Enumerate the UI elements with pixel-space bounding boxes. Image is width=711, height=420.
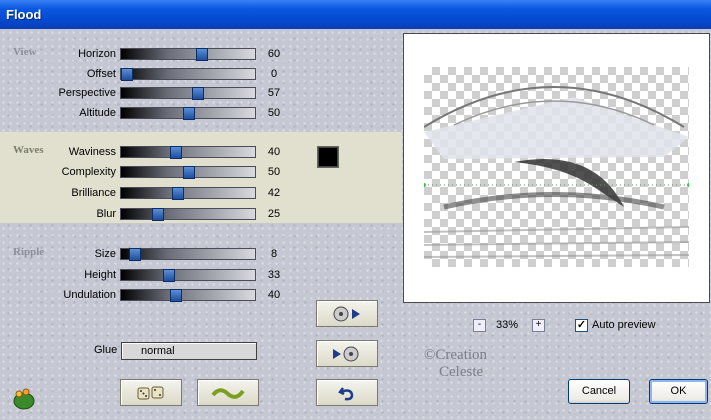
slider-thumb[interactable]	[152, 208, 165, 221]
preview-back-button[interactable]	[316, 340, 378, 367]
offset-slider[interactable]	[120, 68, 256, 81]
slider-thumb[interactable]	[129, 248, 142, 261]
slider-thumb[interactable]	[183, 107, 195, 120]
slider-thumb[interactable]	[192, 87, 205, 100]
preview-canvas	[424, 67, 689, 267]
slider-row-blur: Blur 25	[0, 207, 300, 221]
slider-value[interactable]: 25	[262, 208, 286, 220]
slider-value[interactable]: 8	[262, 248, 286, 260]
slider-thumb[interactable]	[121, 68, 134, 81]
dice-icon	[137, 386, 164, 399]
glue-select[interactable]: normal	[121, 342, 257, 360]
slider-thumb[interactable]	[172, 187, 185, 200]
preview-image	[424, 86, 689, 258]
preview-pane[interactable]	[403, 33, 710, 303]
watermark-line1: ©Creation	[424, 347, 488, 363]
auto-preview-label: Auto preview	[592, 319, 656, 331]
slider-label: Perspective	[58, 87, 116, 99]
waviness-slider[interactable]	[120, 146, 256, 159]
perspective-slider[interactable]	[120, 87, 256, 100]
slider-label: Blur	[96, 208, 116, 220]
slider-label: Altitude	[79, 107, 116, 119]
slider-value[interactable]: 60	[262, 48, 286, 60]
dialog-body: View Waves Ripple Horizon 60 Offset 0 Pe…	[0, 29, 711, 420]
slider-thumb[interactable]	[169, 146, 182, 159]
wave-preset-button[interactable]	[197, 379, 259, 406]
horizon-slider[interactable]	[120, 48, 256, 61]
slider-label: Height	[84, 269, 116, 281]
glue-label: Glue	[94, 344, 118, 356]
slider-value[interactable]: 50	[262, 107, 286, 119]
window-title: Flood	[6, 7, 42, 22]
slider-label: Waviness	[68, 146, 116, 158]
arrow-disc-icon	[333, 346, 359, 361]
slider-row-altitude: Altitude 50	[0, 106, 300, 120]
slider-label: Size	[94, 248, 116, 260]
slider-value[interactable]: 42	[262, 187, 286, 199]
ok-button[interactable]: OK	[649, 379, 708, 404]
wave-icon	[211, 387, 245, 399]
slider-row-undulation: Undulation 40	[0, 288, 300, 302]
undo-icon	[338, 386, 354, 400]
slider-thumb[interactable]	[162, 269, 175, 282]
color-swatch[interactable]	[317, 146, 339, 168]
slider-label: Brilliance	[71, 187, 116, 199]
slider-row-perspective: Perspective 57	[0, 86, 300, 100]
undulation-slider[interactable]	[120, 289, 256, 302]
slider-row-complexity: Complexity 50	[0, 165, 300, 179]
slider-thumb[interactable]	[196, 48, 209, 61]
slider-label: Horizon	[78, 48, 116, 60]
reset-button[interactable]	[316, 379, 378, 406]
title-bar[interactable]: Flood	[0, 0, 711, 29]
slider-row-horizon: Horizon 60	[0, 47, 300, 61]
altitude-slider[interactable]	[120, 107, 256, 120]
size-slider[interactable]	[120, 248, 256, 261]
zoom-in-button[interactable]: +	[532, 319, 545, 332]
randomize-button[interactable]	[120, 379, 182, 406]
auto-preview-checkbox[interactable]: ✓	[575, 319, 588, 332]
slider-value[interactable]: 40	[262, 289, 286, 301]
zoom-out-button[interactable]: -	[473, 319, 486, 332]
slider-row-size: Size 8	[0, 247, 300, 261]
slider-value[interactable]: 50	[262, 166, 286, 178]
slider-value[interactable]: 40	[262, 146, 286, 158]
app-logo[interactable]	[11, 385, 37, 414]
slider-value[interactable]: 33	[262, 269, 286, 281]
zoom-level: 33%	[496, 319, 519, 331]
slider-row-height: Height 33	[0, 268, 300, 282]
slider-value[interactable]: 57	[262, 87, 286, 99]
watermark-line2: Celeste	[439, 364, 484, 380]
disc-arrow-right-icon	[333, 306, 360, 321]
slider-label: Offset	[86, 68, 116, 80]
slider-thumb[interactable]	[169, 289, 182, 302]
cancel-button[interactable]: Cancel	[568, 379, 630, 404]
brilliance-slider[interactable]	[120, 187, 256, 200]
slider-row-offset: Offset 0	[0, 67, 300, 81]
slider-row-waviness: Waviness 40	[0, 145, 300, 159]
height-slider[interactable]	[120, 269, 256, 282]
slider-thumb[interactable]	[183, 166, 195, 179]
slider-value[interactable]: 0	[262, 68, 286, 80]
preview-forward-button[interactable]	[316, 300, 378, 327]
glue-value: normal	[141, 345, 175, 357]
frog-logo-icon	[13, 388, 35, 410]
slider-label: Complexity	[61, 166, 116, 178]
complexity-slider[interactable]	[120, 166, 256, 179]
watermark: ©Creation Celeste	[382, 347, 487, 381]
slider-row-brilliance: Brilliance 42	[0, 186, 300, 200]
slider-label: Undulation	[63, 289, 116, 301]
blur-slider[interactable]	[120, 208, 256, 221]
